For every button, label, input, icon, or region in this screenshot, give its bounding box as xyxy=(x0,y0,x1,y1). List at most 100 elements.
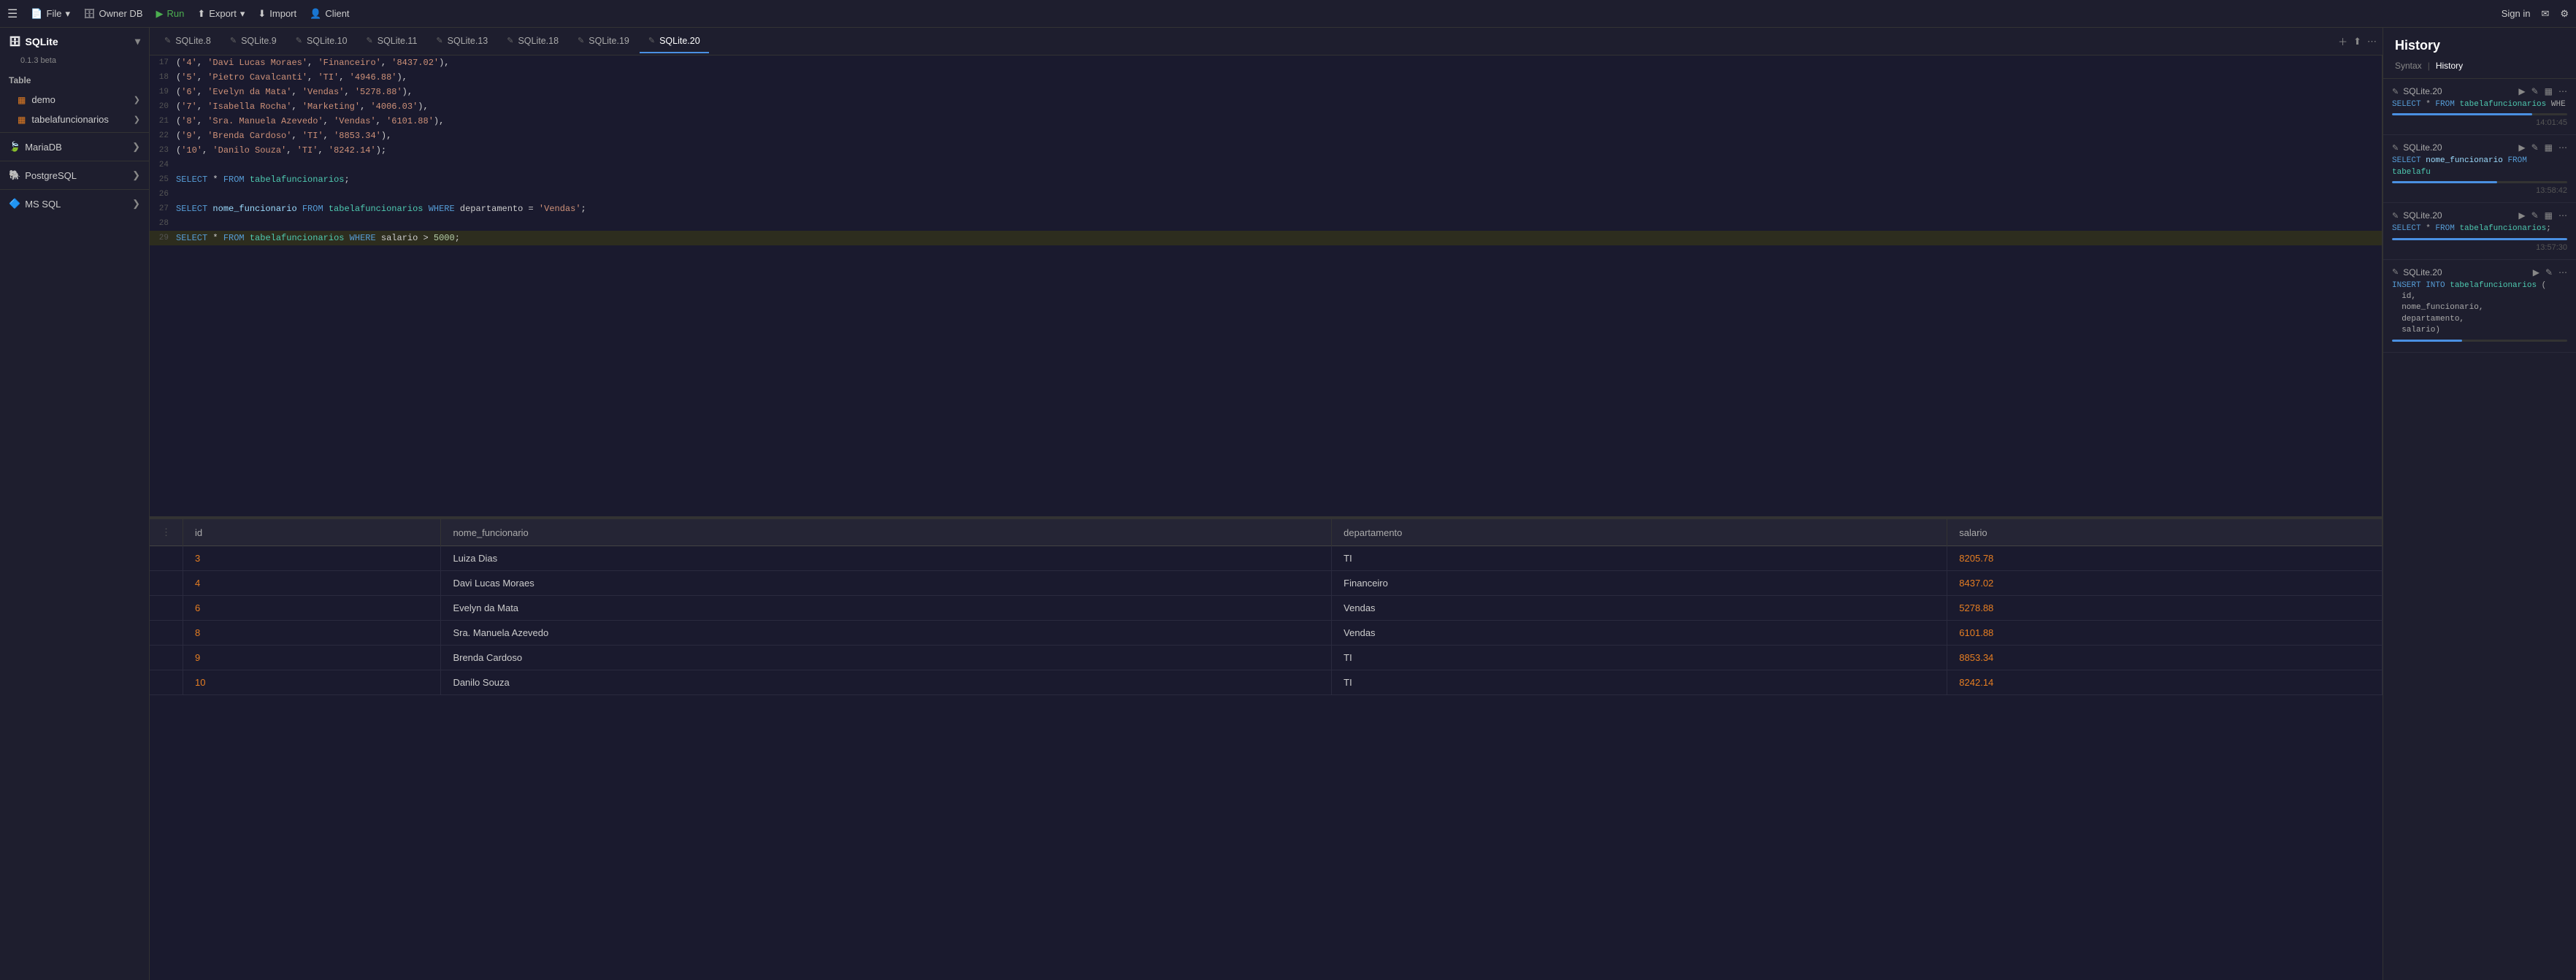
table-icon-tabelafuncionarios: ▦ xyxy=(18,115,26,125)
history-grid-2[interactable]: ▦ xyxy=(2545,142,2553,153)
table-row: 10Danilo SouzaTI8242.14 xyxy=(150,670,2383,695)
col-nome-funcionario[interactable]: nome_funcionario xyxy=(441,519,1332,546)
table-icon-demo: ▦ xyxy=(18,95,26,105)
history-db-4: SQLite.20 xyxy=(2403,267,2528,277)
sidebar-mariadb-group: 🍃 MariaDB ❯ xyxy=(0,132,149,158)
row-nome-3: Sra. Manuela Azevedo xyxy=(441,621,1332,646)
row-dept-0: TI xyxy=(1332,546,1947,571)
row-drag-4 xyxy=(150,646,183,670)
mail-icon[interactable]: ✉ xyxy=(2541,8,2549,20)
history-edit-2[interactable]: ✎ xyxy=(2531,142,2539,153)
history-edit-icon-4: ✎ xyxy=(2392,267,2399,277)
content-area: ✎ SQLite.8 ✎ SQLite.9 ✎ SQLite.10 ✎ SQLi… xyxy=(150,28,2383,980)
sidebar-item-tabelafuncionarios[interactable]: ▦ tabelafuncionarios ❯ xyxy=(0,110,149,129)
tab-icon-sqlite9: ✎ xyxy=(230,36,237,45)
row-dept-1: Financeiro xyxy=(1332,571,1947,596)
run-button[interactable]: ▶ Run xyxy=(156,8,185,20)
tab-icon-sqlite20: ✎ xyxy=(648,36,655,45)
more-tabs-button[interactable]: ⋯ xyxy=(2367,36,2377,47)
sidebar-mssql-label[interactable]: 🔷 MS SQL ❯ xyxy=(0,193,149,215)
settings-icon[interactable]: ⚙ xyxy=(2560,8,2569,20)
history-edit-1[interactable]: ✎ xyxy=(2531,86,2539,96)
row-salary-5: 8242.14 xyxy=(1947,670,2383,695)
sidebar-item-demo-arrow: ❯ xyxy=(134,95,140,104)
history-tab-history[interactable]: History xyxy=(2436,61,2463,71)
sidebar-item-tabelafuncionarios-label: tabelafuncionarios xyxy=(31,114,127,125)
history-more-2[interactable]: ⋯ xyxy=(2558,142,2567,153)
history-time-2: 13:58:42 xyxy=(2392,186,2567,195)
history-grid-1[interactable]: ▦ xyxy=(2545,86,2553,96)
history-item-1-actions: ▶ ✎ ▦ ⋯ xyxy=(2518,86,2567,96)
history-query-4: INSERT INTO tabelafuncionarios ( id, nom… xyxy=(2392,280,2567,337)
history-run-2[interactable]: ▶ xyxy=(2518,142,2525,153)
history-edit-4[interactable]: ✎ xyxy=(2545,267,2553,277)
row-salary-3: 6101.88 xyxy=(1947,621,2383,646)
history-run-1[interactable]: ▶ xyxy=(2518,86,2525,96)
table-row: 6Evelyn da MataVendas5278.88 xyxy=(150,596,2383,621)
tab-sqlite18[interactable]: ✎ SQLite.18 xyxy=(498,30,567,53)
tab-sqlite19[interactable]: ✎ SQLite.19 xyxy=(569,30,638,53)
tab-sqlite20[interactable]: ✎ SQLite.20 xyxy=(640,30,709,53)
results-panel: ⋮ id nome_funcionario departamento salar… xyxy=(150,519,2383,980)
tab-sqlite11[interactable]: ✎ SQLite.11 xyxy=(358,30,426,53)
mssql-arrow: ❯ xyxy=(132,198,140,210)
menu-icon[interactable]: ☰ xyxy=(7,7,18,21)
file-menu[interactable]: 📄 File ▾ xyxy=(31,8,70,20)
tab-sqlite13[interactable]: ✎ SQLite.13 xyxy=(427,30,497,53)
row-nome-1: Davi Lucas Moraes xyxy=(441,571,1332,596)
history-item-4-actions: ▶ ✎ ⋯ xyxy=(2533,267,2567,277)
history-more-3[interactable]: ⋯ xyxy=(2558,210,2567,221)
history-progress-3 xyxy=(2392,238,2567,240)
history-run-4[interactable]: ▶ xyxy=(2533,267,2539,277)
results-table: ⋮ id nome_funcionario departamento salar… xyxy=(150,519,2383,695)
history-more-1[interactable]: ⋯ xyxy=(2558,86,2567,96)
sidebar-postgresql-label[interactable]: 🐘 PostgreSQL ❯ xyxy=(0,164,149,186)
col-id[interactable]: id xyxy=(183,519,441,546)
tab-sqlite8[interactable]: ✎ SQLite.8 xyxy=(156,30,220,53)
tab-icon-sqlite18: ✎ xyxy=(507,36,513,45)
sidebar-mariadb-label[interactable]: 🍃 MariaDB ❯ xyxy=(0,136,149,158)
sidebar: 🗄 SQLite ▾ 0.1.3 beta Table ▦ demo ❯ ▦ t… xyxy=(0,28,150,980)
history-item-1: ✎ SQLite.20 ▶ ✎ ▦ ⋯ SELECT * FROM tabela… xyxy=(2383,79,2576,135)
history-item-1-header: ✎ SQLite.20 ▶ ✎ ▦ ⋯ xyxy=(2392,86,2567,96)
row-drag-2 xyxy=(150,596,183,621)
history-item-3: ✎ SQLite.20 ▶ ✎ ▦ ⋯ SELECT * FROM tabela… xyxy=(2383,203,2576,259)
sidebar-item-demo[interactable]: ▦ demo ❯ xyxy=(0,90,149,110)
table-row: 9Brenda CardosoTI8853.34 xyxy=(150,646,2383,670)
import-menu[interactable]: ⬇ Import xyxy=(258,8,296,20)
export-menu[interactable]: ⬆ Export ▾ xyxy=(197,8,245,20)
history-tab-syntax[interactable]: Syntax xyxy=(2395,61,2422,71)
owner-db-menu[interactable]: 🗄 Owner DB xyxy=(83,8,142,20)
history-run-3[interactable]: ▶ xyxy=(2518,210,2525,221)
tab-sqlite10[interactable]: ✎ SQLite.10 xyxy=(287,30,356,53)
row-drag-1 xyxy=(150,571,183,596)
history-progress-4 xyxy=(2392,340,2567,342)
col-salario[interactable]: salario xyxy=(1947,519,2383,546)
history-query-1: SELECT * FROM tabelafuncionarios WHE xyxy=(2392,99,2567,110)
history-db-2: SQLite.20 xyxy=(2403,142,2514,153)
tab-sqlite9[interactable]: ✎ SQLite.9 xyxy=(221,30,285,53)
code-editor[interactable]: 17 ('4', 'Davi Lucas Moraes', 'Financeir… xyxy=(150,55,2383,516)
history-edit-3[interactable]: ✎ xyxy=(2531,210,2539,221)
sidebar-sqlite-header[interactable]: 🗄 SQLite ▾ xyxy=(0,28,149,55)
history-item-2-header: ✎ SQLite.20 ▶ ✎ ▦ ⋯ xyxy=(2392,142,2567,153)
col-departamento[interactable]: departamento xyxy=(1332,519,1947,546)
history-grid-3[interactable]: ▦ xyxy=(2545,210,2553,221)
history-time-3: 13:57:30 xyxy=(2392,243,2567,252)
tab-icon-sqlite8: ✎ xyxy=(164,36,171,45)
row-salary-2: 5278.88 xyxy=(1947,596,2383,621)
client-menu[interactable]: 👤 Client xyxy=(310,8,349,20)
history-time-1: 14:01:45 xyxy=(2392,118,2567,127)
code-line-21: 21 ('8', 'Sra. Manuela Azevedo', 'Vendas… xyxy=(150,114,2382,129)
history-more-4[interactable]: ⋯ xyxy=(2558,267,2567,277)
topbar: ☰ 📄 File ▾ 🗄 Owner DB ▶ Run ⬆ Export ▾ ⬇… xyxy=(0,0,2576,28)
results-table-wrapper[interactable]: ⋮ id nome_funcionario departamento salar… xyxy=(150,519,2383,980)
share-tab-button[interactable]: ⬆ xyxy=(2353,36,2361,47)
add-tab-button[interactable]: ＋ xyxy=(2338,34,2347,48)
row-drag-0 xyxy=(150,546,183,571)
code-line-27: 27 SELECT nome_funcionario FROM tabelafu… xyxy=(150,202,2382,216)
code-line-20: 20 ('7', 'Isabella Rocha', 'Marketing', … xyxy=(150,99,2382,114)
row-dept-5: TI xyxy=(1332,670,1947,695)
sign-in-button[interactable]: Sign in xyxy=(2502,8,2531,19)
history-progress-fill-2 xyxy=(2392,181,2497,183)
